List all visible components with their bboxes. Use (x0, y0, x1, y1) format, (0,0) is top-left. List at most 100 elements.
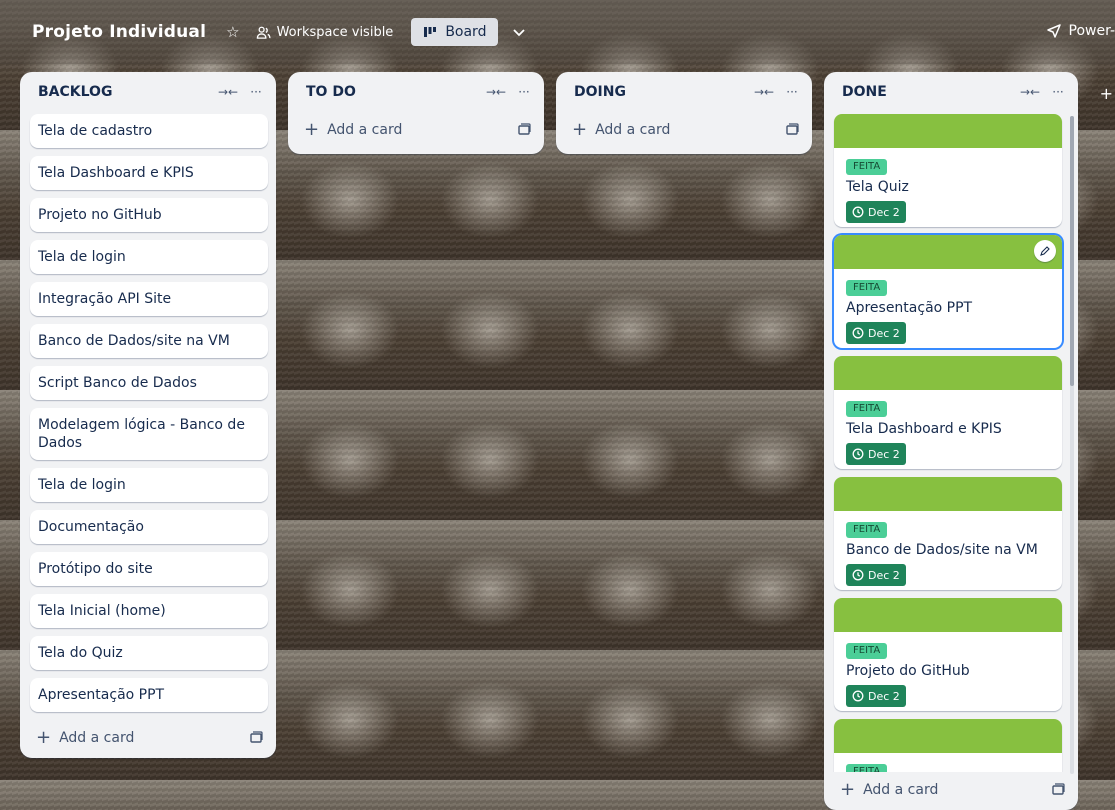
card-cover (834, 598, 1062, 632)
list-header: TO DO →← ··· (288, 72, 544, 112)
scrollbar-thumb[interactable] (1070, 116, 1074, 386)
more-icon[interactable]: ··· (246, 82, 266, 102)
chevron-down-icon[interactable] (508, 21, 530, 43)
star-icon[interactable]: ☆ (226, 23, 239, 41)
template-icon[interactable] (516, 122, 532, 138)
card-label[interactable]: FEITA (846, 643, 888, 659)
due-date-badge[interactable]: Dec 2 (846, 443, 906, 465)
more-icon[interactable]: ··· (514, 82, 534, 102)
card-cover (834, 477, 1062, 511)
add-card-row: + Add a card (288, 112, 544, 148)
card-body: FEITA Apresentação PPT Dec 2 (834, 269, 1062, 344)
list-backlog: BACKLOG →← ··· Tela de cadastro Tela Dash… (20, 72, 276, 758)
more-icon[interactable]: ··· (782, 82, 802, 102)
card[interactable]: Tela do Quiz (30, 636, 268, 670)
template-icon[interactable] (248, 730, 264, 746)
card[interactable]: Projeto no GitHub (30, 198, 268, 232)
collapse-icon[interactable]: →← (486, 82, 506, 102)
clock-icon (852, 569, 864, 581)
add-card-row: + Add a card (20, 720, 276, 756)
card-label[interactable]: FEITA (846, 522, 888, 538)
card[interactable]: FEITA Apresentação PPT Dec 2 (834, 235, 1062, 348)
template-icon[interactable] (1050, 782, 1066, 798)
card-title: Tela Dashboard e KPIS (846, 421, 1002, 437)
card-label[interactable]: FEITA (846, 401, 888, 417)
card[interactable]: Documentação (30, 510, 268, 544)
due-date-badge[interactable]: Dec 2 (846, 322, 906, 344)
list-title[interactable]: DONE (842, 84, 1012, 100)
add-card-button[interactable]: + Add a card (304, 121, 516, 139)
add-card-label: Add a card (327, 122, 403, 138)
collapse-icon[interactable]: →← (754, 82, 774, 102)
list-title[interactable]: TO DO (306, 84, 478, 100)
card-label[interactable]: FEITA (846, 159, 888, 175)
card-label[interactable]: FEITA (846, 764, 888, 772)
card-cover (834, 356, 1062, 390)
due-date-badge[interactable]: Dec 2 (846, 564, 906, 586)
card-body: FEITA Banco de Dados/site na VM Dec 2 (834, 511, 1062, 586)
list-title[interactable]: BACKLOG (38, 84, 210, 100)
clock-icon (852, 690, 864, 702)
template-icon[interactable] (784, 122, 800, 138)
plus-icon: + (572, 119, 588, 140)
list-title[interactable]: DOING (574, 84, 746, 100)
card-title: Banco de Dados/site na VM (846, 542, 1038, 558)
clock-icon (852, 448, 864, 460)
card[interactable]: FEITA Tela Dashboard e KPIS Dec 2 (834, 356, 1062, 469)
plus-icon: + (840, 779, 856, 800)
powerups-button[interactable]: Power- (1046, 23, 1115, 39)
add-list-icon[interactable]: + (1100, 84, 1113, 103)
card[interactable]: Tela Dashboard e KPIS (30, 156, 268, 190)
collapse-icon[interactable]: →← (218, 82, 238, 102)
card[interactable]: FEITA Projeto do GitHub Dec 2 (834, 598, 1062, 711)
list-header: DONE →← ··· (824, 72, 1078, 112)
card-body: FEITA Tela Dashboard e KPIS Dec 2 (834, 390, 1062, 465)
scrollbar[interactable] (1070, 116, 1074, 774)
list-header: BACKLOG →← ··· (20, 72, 276, 112)
board-title[interactable]: Projeto Individual (32, 22, 206, 42)
card[interactable]: Apresentação PPT (30, 678, 268, 712)
add-card-row: + Add a card (556, 112, 812, 148)
edit-pencil-icon[interactable] (1034, 240, 1056, 262)
due-date-badge[interactable]: Dec 2 (846, 685, 906, 707)
board-header: Projeto Individual ☆ Workspace visible B… (0, 0, 1115, 64)
due-date: Dec 2 (868, 205, 900, 219)
board-view-button[interactable]: Board (411, 18, 499, 46)
card[interactable]: FEITA (834, 719, 1062, 772)
list-header: DOING →← ··· (556, 72, 812, 112)
add-card-label: Add a card (595, 122, 671, 138)
more-icon[interactable]: ··· (1048, 82, 1068, 102)
card[interactable]: FEITA Banco de Dados/site na VM Dec 2 (834, 477, 1062, 590)
collapse-icon[interactable]: →← (1020, 82, 1040, 102)
card[interactable]: Integração API Site (30, 282, 268, 316)
card[interactable]: Modelagem lógica - Banco de Dados (30, 408, 268, 460)
card[interactable]: Tela de login (30, 468, 268, 502)
card[interactable]: Protótipo do site (30, 552, 268, 586)
card-label[interactable]: FEITA (846, 280, 888, 296)
card-title: Projeto do GitHub (846, 663, 970, 679)
card-body: FEITA Projeto do GitHub Dec 2 (834, 632, 1062, 707)
due-date: Dec 2 (868, 689, 900, 703)
add-card-row: + Add a card (824, 772, 1078, 808)
card[interactable]: Script Banco de Dados (30, 366, 268, 400)
list-todo: TO DO →← ··· + Add a card (288, 72, 544, 154)
people-icon (256, 26, 271, 39)
add-card-button[interactable]: + Add a card (36, 729, 248, 747)
card-cover (834, 235, 1062, 269)
card[interactable]: Tela de login (30, 240, 268, 274)
board-icon (424, 27, 437, 37)
card-list: FEITA Tela Quiz Dec 2 FEITA Apresentação PPT… (824, 112, 1078, 772)
card[interactable]: Tela de cadastro (30, 114, 268, 148)
card-list: Tela de cadastro Tela Dashboard e KPIS Pro… (20, 112, 276, 712)
card[interactable]: FEITA Tela Quiz Dec 2 (834, 114, 1062, 227)
card-cover (834, 719, 1062, 753)
card-cover (834, 114, 1062, 148)
add-card-button[interactable]: + Add a card (572, 121, 784, 139)
due-date-badge[interactable]: Dec 2 (846, 201, 906, 223)
add-card-button[interactable]: + Add a card (840, 781, 1050, 799)
card-title: Apresentação PPT (846, 300, 973, 316)
card[interactable]: Banco de Dados/site na VM (30, 324, 268, 358)
plus-icon: + (304, 119, 320, 140)
card[interactable]: Tela Inicial (home) (30, 594, 268, 628)
visibility-button[interactable]: Workspace visible (256, 25, 393, 40)
